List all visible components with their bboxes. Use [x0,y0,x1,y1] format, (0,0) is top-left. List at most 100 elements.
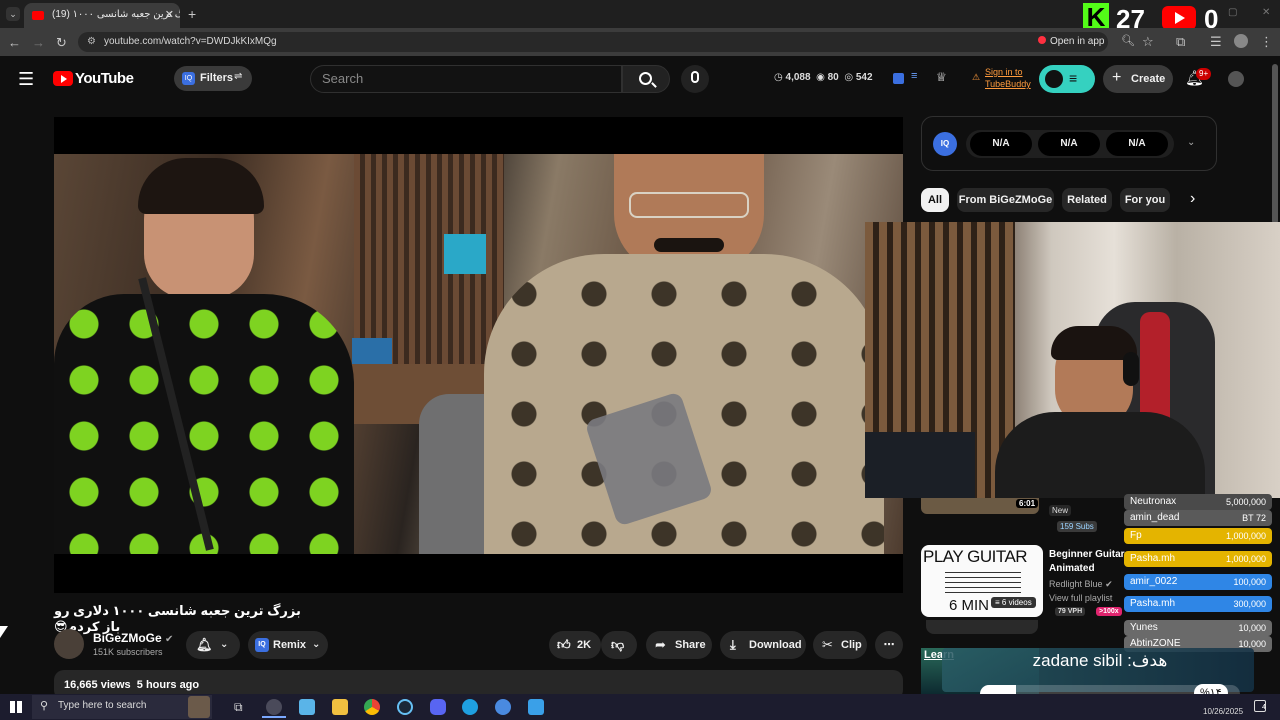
remix-button[interactable]: IQ Remix ⌄ [248,631,328,659]
search-input[interactable]: Search [310,65,622,93]
subscriber-count: 151K subscribers [93,647,163,657]
channel-avatar[interactable] [54,629,84,659]
video-frame[interactable] [54,154,903,554]
monitor-screen [444,234,486,274]
download-button[interactable]: ⤓ Download [720,631,806,659]
filters-button[interactable]: IQ Filters ⇌ [174,66,252,91]
close-tab-icon[interactable]: ✕ [165,3,174,27]
open-in-app-button[interactable]: Open in app [1038,34,1105,50]
browser-tab[interactable]: (19) بزرگ ترین جعبه شانسی ۱۰۰۰ ✕ [24,3,180,28]
forward-icon[interactable]: → [32,36,45,49]
app-icon-8[interactable] [495,699,511,715]
laptop [352,338,392,364]
chip-all[interactable]: All [921,188,949,212]
file-explorer-icon[interactable] [332,699,348,715]
cam-desk-monitor [865,432,975,498]
steam-icon[interactable] [397,699,413,715]
iq-panel-icon: IQ [933,132,957,156]
search-button[interactable] [622,65,670,93]
donor-name: Yunes [1130,622,1158,633]
reload-icon[interactable]: ↻ [56,36,67,49]
extensions-icon[interactable]: ⧉ [1176,35,1185,48]
chip-from-channel[interactable]: From BiGeZMoGe [957,188,1054,212]
playlist-toolbar-icon[interactable]: ≡ [911,71,917,82]
task-view-icon[interactable]: ⧉ [234,700,243,715]
share-button[interactable]: ➦ Share [646,631,712,659]
discord-icon[interactable] [430,699,446,715]
app-icon-9[interactable] [528,699,544,715]
app-icon-1[interactable] [266,699,282,715]
notification-count-badge: 9+ [1196,68,1212,80]
playlist-title[interactable]: Beginner Guitar Animated [1049,548,1133,576]
hamburger-menu-icon[interactable]: ☰ [18,70,34,88]
chrome-icon[interactable] [364,699,380,715]
tubebuddy-button[interactable]: ≡ [1039,65,1095,93]
browser-menu-icon[interactable]: ⋮ [1260,35,1273,48]
windows-start-icon[interactable] [10,701,22,713]
donor-name: amin_dead [1130,512,1180,523]
channel-name[interactable]: BiGeZMoGe ✔ [93,631,173,645]
app-icon-2[interactable] [299,699,315,715]
youtube-favicon-icon [32,11,44,20]
back-icon[interactable]: ← [8,36,21,49]
subscribe-bell-button[interactable]: 🔔︎ ⌄ [186,631,240,659]
iq-toolbar-icon[interactable] [893,73,904,84]
donor-row: Pasha.mh 1,000,000 [1124,551,1272,567]
verified-icon: ✔ [165,634,174,645]
donor-amount: 300,000 [1233,599,1266,609]
edge-icon[interactable] [462,699,478,715]
page-scrollbar[interactable] [1272,64,1278,224]
close-window-icon[interactable]: ✕ [1262,8,1270,18]
chips-next-arrow-icon[interactable]: › [1190,191,1195,207]
plus-icon: + [1112,69,1122,86]
donor-row: amir_0022 100,000 [1124,574,1272,590]
dislike-button[interactable]: 👎︎ [601,631,637,659]
clip-button[interactable]: ✂ Clip [813,631,867,659]
person-left-hair [138,158,264,214]
voice-search-button[interactable] [681,65,709,93]
playlist-thumbnail[interactable]: PLAY GUITAR 6 MIN ≡ 6 videos [921,545,1043,617]
view-full-playlist-link[interactable]: View full playlist [1049,593,1112,603]
taskbar-search-box[interactable]: ⚲ Type here to search [32,695,212,719]
like-button[interactable]: 👍︎ 2K [549,631,601,659]
create-button[interactable]: + Create [1103,65,1173,93]
address-bar[interactable]: ⚙ youtube.com/watch?v=DWDJkKIxMQg [78,32,1108,52]
new-badge: New [1049,505,1072,516]
site-info-icon[interactable]: ⚙ [87,32,96,52]
trophy-icon[interactable]: ♕ [936,71,947,83]
goal-label: هدف: zadane sibil [1032,651,1168,670]
mouse-cursor-icon [0,626,8,638]
iq-remix-icon: IQ [255,638,269,652]
donor-name: amir_0022 [1130,576,1178,587]
na-value-3: N/A [1106,132,1168,156]
donor-name: Pasha.mh [1130,553,1176,564]
playlist-channel[interactable]: Redlight Blue ✔ [1049,579,1113,590]
new-tab-icon[interactable]: + [188,7,196,21]
donor-amount: 5,000,000 [1225,497,1266,507]
url-text: youtube.com/watch?v=DWDJkKIxMQg [104,36,277,47]
more-actions-button[interactable]: ⋯ [875,631,903,659]
chevron-down-icon: ⌄ [220,639,229,650]
donor-amount: 10,000 [1238,623,1266,633]
reading-list-icon[interactable]: ☰ [1210,35,1222,48]
bookmark-star-icon[interactable]: ☆ [1142,35,1154,48]
playlist-icon: ≡ [995,598,1000,607]
donor-name: Neutronax [1130,496,1177,507]
hidden-eye-icon: ◎ [844,72,854,83]
chip-for-you[interactable]: For you [1120,188,1170,212]
donor-row: Yunes 10,000 [1124,620,1272,636]
panel-expand-chevron-icon[interactable]: ⌄ [1187,138,1195,148]
chip-related[interactable]: Related [1062,188,1112,212]
profile-avatar-icon[interactable] [1234,34,1248,48]
search-highlight-avatar [188,696,210,718]
account-avatar[interactable] [1228,71,1244,87]
tab-list-chevron-icon[interactable]: ⌄ [6,7,20,21]
tubebuddy-signin-link[interactable]: ⚠ Sign in to TubeBuddy [972,66,1031,90]
duration-badge: 6:01 [1016,499,1039,508]
zoom-icon[interactable]: 🔍︎ [1121,36,1135,47]
donor-row: Pasha.mh 300,000 [1124,596,1272,612]
na-value-1: N/A [970,132,1032,156]
minimize-window-icon[interactable]: ▢ [1228,8,1237,18]
sliders-icon: ⇌ [234,71,243,82]
tubebuddy-stats: ◷ 4,088 ◉ 80 ◎ 542 [774,72,873,83]
